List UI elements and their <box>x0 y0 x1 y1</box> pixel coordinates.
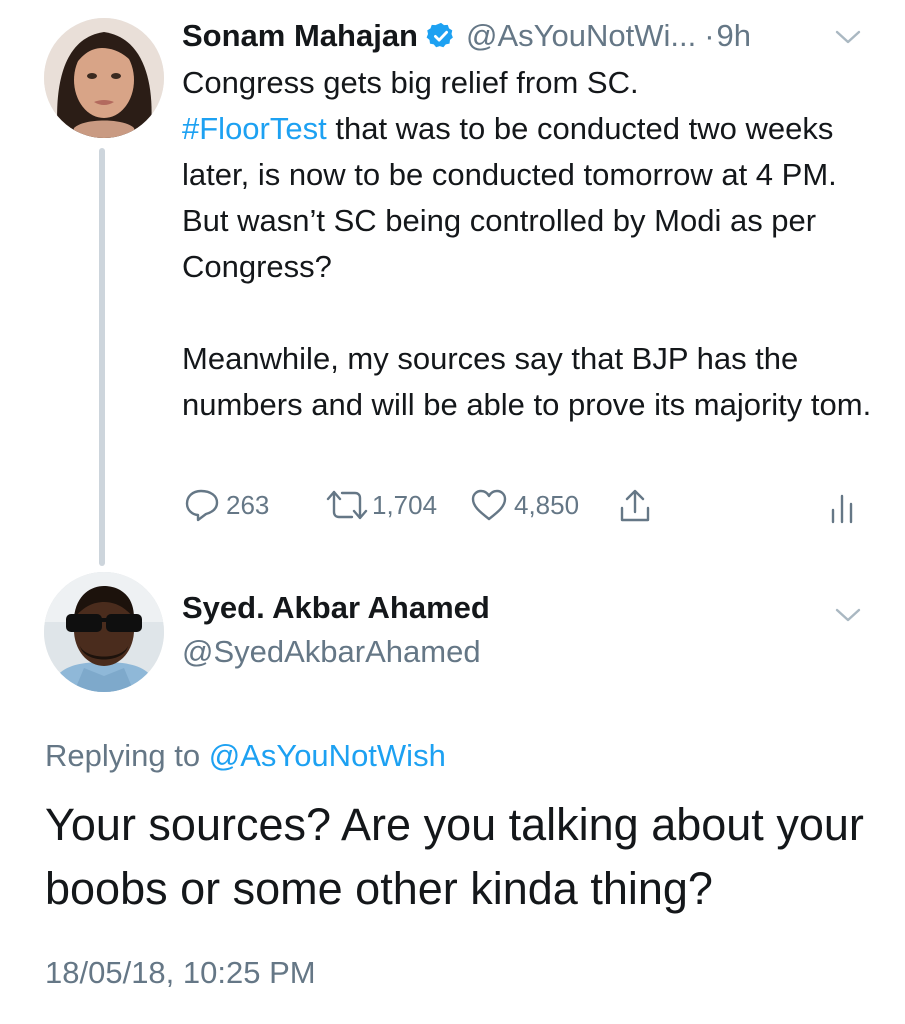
avatar-photo <box>44 18 164 138</box>
chevron-down-icon[interactable] <box>834 606 862 624</box>
replying-to-mention-link[interactable]: @AsYouNotWish <box>209 738 446 773</box>
tweet-header: Sonam Mahajan @AsYouNotWi... · 9h <box>182 14 751 58</box>
reply-text: Your sources? Are you talking about your… <box>45 799 864 914</box>
reply-timestamp: 18/05/18, 10:25 PM <box>45 955 316 990</box>
verified-badge-icon <box>426 22 453 48</box>
like-button[interactable]: 4,850 <box>470 488 579 522</box>
reply-icon <box>185 489 219 522</box>
share-icon <box>620 489 650 522</box>
reply-count: 263 <box>226 489 270 520</box>
hashtag-link[interactable]: #FloorTest <box>182 111 327 146</box>
retweet-icon <box>326 490 368 520</box>
like-count: 4,850 <box>514 489 580 520</box>
avatar-photo <box>44 572 164 692</box>
handle[interactable]: @AsYouNotWi... <box>466 18 696 54</box>
tweet-text-line-1: Congress gets big relief from SC. <box>182 65 639 100</box>
avatar-sonam-mahajan[interactable] <box>44 18 164 138</box>
separator-dot: · <box>704 18 715 53</box>
replying-to: Replying to @AsYouNotWish <box>45 738 446 774</box>
retweet-count: 1,704 <box>372 489 438 520</box>
analytics-button[interactable] <box>830 492 854 524</box>
tweet-text-paragraph-2: Meanwhile, my sources say that BJP has t… <box>182 341 872 422</box>
replying-to-label: Replying to <box>45 738 201 773</box>
analytics-icon <box>831 494 853 524</box>
display-name[interactable]: Sonam Mahajan <box>182 18 418 54</box>
tweet-text-paragraph-1: #FloorTest that was to be conducted two … <box>182 106 872 290</box>
reply-display-name[interactable]: Syed. Akbar Ahamed <box>182 590 490 626</box>
tweet-age: 9h <box>716 18 751 53</box>
avatar-syed-akbar-ahamed[interactable] <box>44 572 164 692</box>
reply-button[interactable]: 263 <box>184 488 269 522</box>
tweet-text: Congress gets big relief from SC. #Floor… <box>182 60 872 428</box>
retweet-button[interactable]: 1,704 <box>324 488 437 522</box>
chevron-down-icon[interactable] <box>834 28 862 46</box>
heart-icon <box>471 489 507 521</box>
share-button[interactable] <box>618 488 652 524</box>
thread-connector-line <box>99 148 105 566</box>
reply-handle[interactable]: @SyedAkbarAhamed <box>182 634 481 670</box>
